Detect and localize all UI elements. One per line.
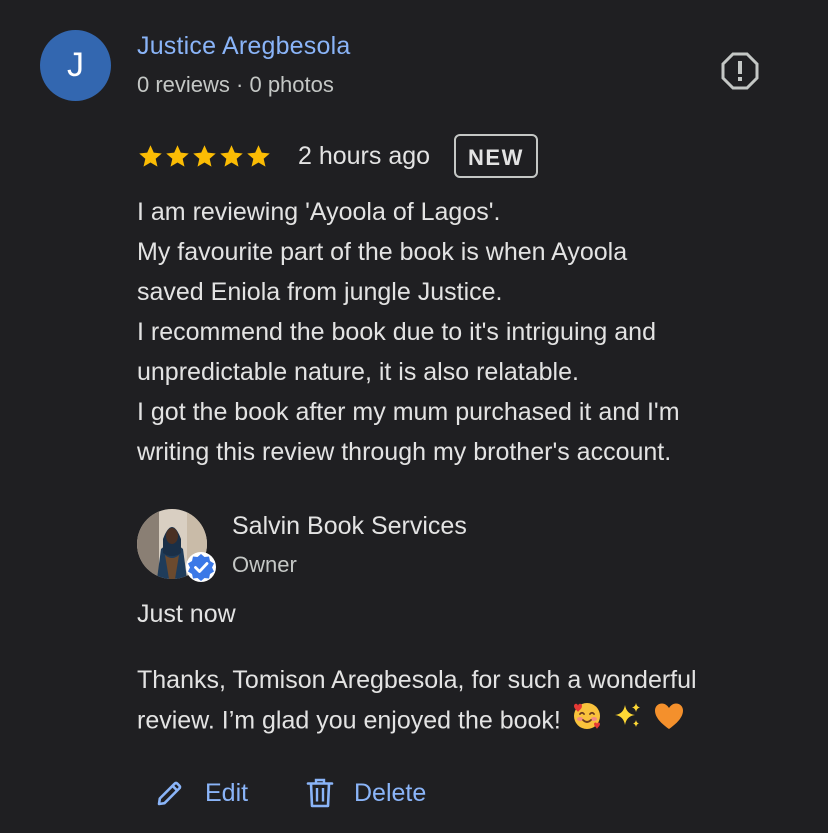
delete-button[interactable]: Delete — [306, 770, 426, 816]
review-line: I am reviewing 'Ayoola of Lagos'. — [137, 198, 501, 226]
delete-label: Delete — [354, 778, 427, 807]
review-line: I got the book after my mum purchased it… — [137, 398, 680, 426]
review-line: writing this review through my brother's… — [137, 438, 672, 466]
smiling-face-with-hearts-icon — [571, 700, 603, 744]
rating-row: 2 hours ago NEW — [137, 131, 538, 181]
reply-line: review. I’m glad you enjoyed the book! — [137, 706, 561, 735]
star-icon — [193, 144, 216, 167]
sparkles-icon — [613, 701, 643, 743]
owner-name: Salvin Book Services — [232, 512, 467, 540]
star-icon — [139, 144, 162, 167]
reviewer-name-link[interactable]: Justice Aregbesola — [137, 32, 350, 61]
reply-text: Thanks, Tomison Aregbesola, for such a w… — [137, 660, 817, 744]
star-icon — [166, 144, 189, 167]
verified-badge-icon — [185, 551, 217, 583]
pencil-icon — [157, 781, 182, 806]
trash-icon — [306, 778, 334, 808]
reply-line: Thanks, Tomison Aregbesola, for such a w… — [137, 666, 697, 694]
reviewer-initial: J — [67, 46, 84, 84]
reply-line-with-emojis: review. I’m glad you enjoyed the book! — [137, 700, 817, 744]
review-line: My favourite part of the book is when Ay… — [137, 238, 628, 266]
orange-heart-icon — [653, 701, 685, 743]
report-icon[interactable] — [721, 52, 759, 90]
edit-button[interactable]: Edit — [155, 770, 248, 816]
owner-role: Owner — [232, 552, 297, 577]
review-line: unpredictable nature, it is also relatab… — [137, 358, 579, 386]
review-line: I recommend the book due to it's intrigu… — [137, 318, 656, 346]
reviewer-meta: 0 reviews · 0 photos — [137, 72, 334, 97]
star-icon — [247, 144, 270, 167]
review-text: I am reviewing 'Ayoola of Lagos'. My favo… — [137, 192, 817, 472]
star-rating — [137, 143, 272, 170]
edit-label: Edit — [205, 778, 249, 807]
review-time: 2 hours ago — [298, 141, 431, 170]
star-icon — [220, 144, 243, 167]
reviewer-avatar[interactable]: J — [40, 30, 111, 101]
reply-time: Just now — [137, 600, 236, 628]
review-line: saved Eniola from jungle Justice. — [137, 278, 503, 306]
new-badge: NEW — [454, 134, 538, 178]
